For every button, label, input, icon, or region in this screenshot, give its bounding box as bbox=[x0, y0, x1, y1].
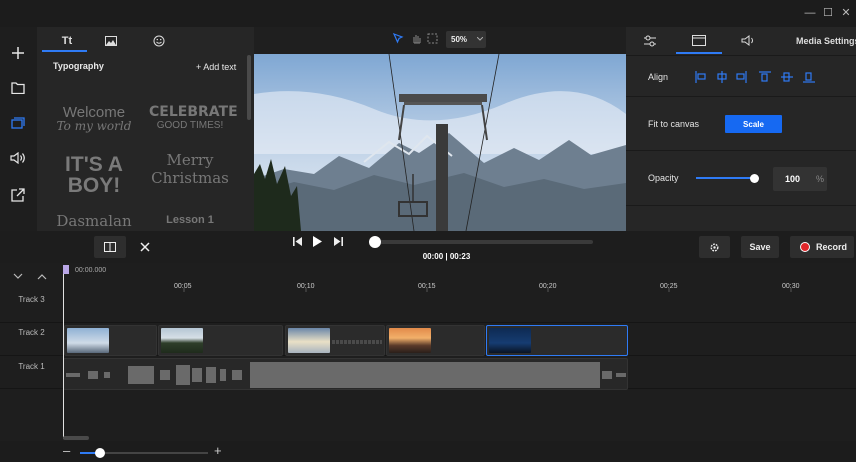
add-text-button[interactable]: + Add text bbox=[196, 62, 236, 72]
video-clip[interactable] bbox=[285, 325, 385, 356]
skip-back-icon[interactable] bbox=[293, 236, 303, 250]
close-icon bbox=[140, 242, 150, 252]
audio-icon[interactable] bbox=[738, 27, 758, 54]
preview-toolbar bbox=[254, 27, 626, 54]
hand-icon[interactable] bbox=[411, 33, 422, 47]
tab-media-settings[interactable]: Media Settings bbox=[796, 27, 856, 54]
align-toolbar bbox=[694, 70, 822, 87]
text-template[interactable]: IT'S A BOY! bbox=[53, 154, 135, 196]
opacity-unit: % bbox=[816, 174, 825, 184]
save-button[interactable]: Save bbox=[741, 236, 779, 258]
video-clip[interactable] bbox=[386, 325, 485, 356]
panel-scrollbar[interactable] bbox=[247, 55, 251, 120]
align-top-icon bbox=[759, 71, 771, 82]
track-label: Track 2 bbox=[18, 328, 45, 337]
track-label: Track 1 bbox=[18, 362, 45, 371]
seek-handle[interactable] bbox=[369, 236, 381, 248]
video-preview[interactable] bbox=[254, 54, 626, 231]
clip-waveform bbox=[332, 340, 382, 344]
video-clip-selected[interactable] bbox=[486, 325, 628, 356]
minimize-icon[interactable]: — bbox=[802, 5, 818, 21]
opacity-label: Opacity bbox=[648, 173, 679, 183]
text-template[interactable]: Merry Christmas bbox=[149, 153, 231, 186]
record-button[interactable]: Record bbox=[790, 236, 854, 258]
timeline-start: 00:00.000 bbox=[75, 267, 107, 274]
panel-title: Typography bbox=[53, 61, 104, 71]
align-middle-icon bbox=[781, 72, 793, 82]
opacity-slider-handle[interactable] bbox=[750, 174, 759, 183]
text-template[interactable]: Welcome To my world bbox=[53, 105, 135, 132]
title-bar bbox=[0, 0, 856, 27]
text-template[interactable]: Dasmalan bbox=[53, 214, 135, 229]
opacity-slider[interactable] bbox=[696, 177, 756, 179]
timeline-zoom-handle[interactable] bbox=[95, 448, 105, 458]
video-clip[interactable] bbox=[64, 325, 157, 356]
speaker-icon[interactable] bbox=[6, 146, 30, 170]
divider bbox=[626, 150, 856, 151]
cursor-icon[interactable] bbox=[392, 32, 404, 47]
align-left-icon bbox=[695, 71, 706, 83]
export-icon[interactable] bbox=[6, 183, 30, 207]
seek-bar[interactable] bbox=[374, 240, 593, 244]
play-icon[interactable] bbox=[312, 235, 323, 251]
close-icon[interactable]: ✕ bbox=[838, 5, 854, 21]
layers-icon[interactable] bbox=[6, 111, 30, 135]
split-button[interactable] bbox=[94, 236, 126, 258]
collapse-down-icon[interactable] bbox=[13, 272, 23, 283]
divider bbox=[626, 96, 856, 97]
zoom-in-icon[interactable]: + bbox=[214, 444, 222, 457]
collapse-up-icon[interactable] bbox=[37, 272, 47, 283]
zoom-select[interactable]: 50% bbox=[446, 31, 486, 48]
text-panel: Tt Welcome To my world CELEBRATE GOOD TI… bbox=[37, 27, 254, 231]
playhead-line[interactable] bbox=[63, 267, 64, 439]
audio-waveform bbox=[66, 362, 626, 388]
crop-icon[interactable] bbox=[427, 33, 438, 47]
fit-label: Fit to canvas bbox=[648, 119, 700, 129]
audio-clip[interactable] bbox=[63, 358, 628, 390]
delete-button[interactable] bbox=[130, 236, 160, 258]
timecode: 00:00 | 00:23 bbox=[422, 252, 471, 261]
track-label: Track 3 bbox=[18, 295, 45, 304]
tab-sticker[interactable] bbox=[129, 27, 189, 54]
display-icon[interactable] bbox=[688, 27, 710, 54]
chevron-down-icon bbox=[477, 37, 483, 41]
active-tab-indicator bbox=[676, 52, 722, 54]
smiley-icon bbox=[153, 35, 165, 46]
record-icon bbox=[800, 242, 810, 252]
active-tab-indicator bbox=[42, 50, 87, 52]
align-bottom-icon bbox=[803, 72, 815, 83]
text-template[interactable]: Lesson 1 bbox=[149, 215, 231, 226]
zoom-out-icon[interactable]: – bbox=[63, 444, 70, 457]
timeline-scrollbar[interactable] bbox=[63, 436, 89, 440]
gear-icon bbox=[710, 243, 719, 251]
track-row-3 bbox=[0, 290, 856, 323]
settings-button[interactable] bbox=[699, 236, 730, 258]
skip-forward-icon[interactable] bbox=[333, 236, 343, 250]
opacity-input[interactable]: 100 % bbox=[773, 167, 827, 191]
divider bbox=[626, 55, 856, 56]
text-template[interactable]: CELEBRATE GOOD TIMES! bbox=[149, 105, 238, 131]
divider bbox=[626, 205, 856, 206]
align-right-icon bbox=[736, 71, 747, 83]
add-icon[interactable] bbox=[6, 41, 30, 65]
scale-button[interactable]: Scale bbox=[725, 115, 782, 133]
video-clip[interactable] bbox=[158, 325, 283, 356]
preview-frame bbox=[254, 54, 626, 231]
image-icon bbox=[105, 35, 117, 46]
folder-icon[interactable] bbox=[6, 76, 30, 100]
maximize-icon[interactable]: ☐ bbox=[820, 5, 836, 21]
split-icon bbox=[104, 242, 116, 252]
align-label: Align bbox=[648, 72, 669, 82]
align-center-icon bbox=[717, 71, 727, 83]
adjust-icon[interactable] bbox=[640, 27, 660, 54]
playhead-handle[interactable] bbox=[63, 265, 69, 274]
